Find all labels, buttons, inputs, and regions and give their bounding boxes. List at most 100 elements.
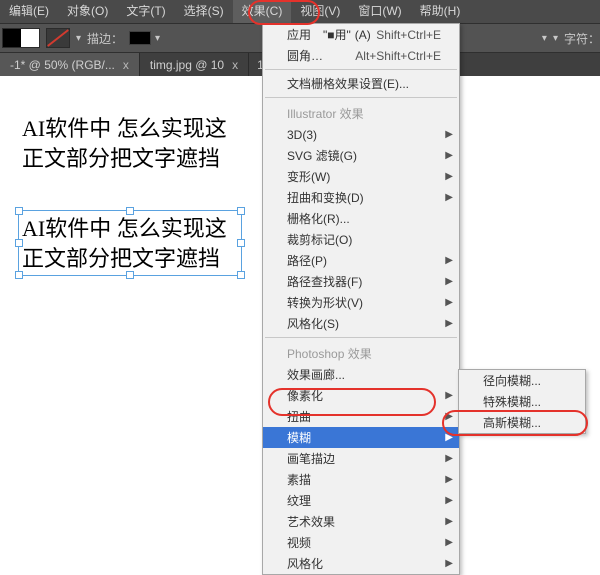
menu-3d-label: 3D(3): [287, 128, 317, 142]
menu-convertshape-label: 转换为形状(V): [287, 294, 363, 311]
character-label: 字符：: [564, 30, 600, 47]
menu-apply-label: 应用 "■用": [287, 26, 351, 43]
menu-pixelate[interactable]: 像素化 ▶: [263, 385, 459, 406]
stroke-weight-dropdown[interactable]: ▾: [129, 31, 160, 45]
menu-video[interactable]: 视频 ▶: [263, 532, 459, 553]
menu-svg-label: SVG 滤镜(G): [287, 147, 357, 164]
menu-3d[interactable]: 3D(3) ▶: [263, 124, 459, 145]
menu-path[interactable]: 路径(P) ▶: [263, 250, 459, 271]
menu-convertshape[interactable]: 转换为形状(V) ▶: [263, 292, 459, 313]
chevron-right-icon: ▶: [445, 453, 453, 464]
chevron-right-icon: ▶: [445, 495, 453, 506]
menu-artistic-label: 艺术效果: [287, 513, 335, 530]
stroke-dropdown[interactable]: ▾: [76, 33, 81, 44]
menu-video-label: 视频: [287, 534, 311, 551]
doc-text-line-3: AI软件中 怎么实现这: [22, 214, 227, 244]
menu-separator: [265, 97, 457, 98]
menu-bar: 编辑(E) 对象(O) 文字(T) 选择(S) 效果(C) 视图(V) 窗口(W…: [0, 0, 600, 24]
menu-text[interactable]: 文字(T): [117, 0, 174, 23]
doc-text-line-1: AI软件中 怎么实现这: [22, 114, 227, 144]
toolbar-dd-2[interactable]: ▾: [553, 33, 558, 44]
menu-stylize-ai[interactable]: 风格化(S) ▶: [263, 313, 459, 334]
menu-cropmarks-label: 裁剪标记(O): [287, 231, 352, 248]
menu-stylize-ai-label: 风格化(S): [287, 315, 339, 332]
doc-tab-2[interactable]: timg.jpg @ 10 x: [140, 53, 249, 77]
chevron-right-icon: ▶: [445, 516, 453, 527]
menu-texture[interactable]: 纹理 ▶: [263, 490, 459, 511]
menu-artistic[interactable]: 艺术效果 ▶: [263, 511, 459, 532]
menu-pathfinder-label: 路径查找器(F): [287, 273, 362, 290]
menu-blur[interactable]: 模糊 ▶: [263, 427, 459, 448]
submenu-gaussian-blur[interactable]: 高斯模糊...: [459, 412, 585, 433]
menu-texture-label: 纹理: [287, 492, 311, 509]
menu-apply-key: (A): [355, 28, 371, 42]
chevron-right-icon: ▶: [445, 411, 453, 422]
menu-pixelate-label: 像素化: [287, 387, 323, 404]
menu-sketch[interactable]: 素描▶: [263, 469, 459, 490]
menu-header-illustrator: Illustrator 效果: [263, 101, 459, 124]
doc-tab-1[interactable]: -1* @ 50% (RGB/... x: [0, 53, 140, 77]
menu-distort-label: 扭曲和变换(D): [287, 189, 364, 206]
menu-cropmarks[interactable]: 裁剪标记(O): [263, 229, 459, 250]
effect-dropdown-menu: 应用 "■用" (A) Shift+Ctrl+E 圆角… Alt+Shift+C…: [262, 23, 460, 575]
close-icon[interactable]: x: [232, 58, 238, 72]
menu-effect-gallery-label: 效果画廊...: [287, 366, 345, 383]
doc-tab-2-label: timg.jpg @ 10: [150, 58, 224, 72]
menu-rasterize[interactable]: 栅格化(R)...: [263, 208, 459, 229]
doc-text-line-4: 正文部分把文字遮挡: [22, 244, 220, 274]
menu-help[interactable]: 帮助(H): [411, 0, 470, 23]
chevron-right-icon: ▶: [445, 129, 453, 140]
menu-effect[interactable]: 效果(C): [233, 0, 292, 23]
menu-object[interactable]: 对象(O): [58, 0, 117, 23]
close-icon[interactable]: x: [123, 58, 129, 72]
submenu-smart-blur[interactable]: 特殊模糊...: [459, 391, 585, 412]
chevron-right-icon: ▶: [445, 276, 453, 287]
menu-window[interactable]: 窗口(W): [349, 0, 410, 23]
menu-header-photoshop: Photoshop 效果: [263, 341, 459, 364]
menu-blur-label: 模糊: [287, 429, 311, 446]
chevron-right-icon: ▶: [445, 318, 453, 329]
menu-distort-ps[interactable]: 扭曲 ▶: [263, 406, 459, 427]
doc-text-line-2: 正文部分把文字遮挡: [22, 144, 220, 174]
menu-warp-label: 变形(W): [287, 168, 330, 185]
menu-select[interactable]: 选择(S): [175, 0, 233, 23]
chevron-right-icon: ▶: [445, 171, 453, 182]
stroke-label: 描边：: [87, 30, 123, 47]
menu-stylize-ps[interactable]: 风格化 ▶: [263, 553, 459, 574]
chevron-right-icon: ▶: [445, 150, 453, 161]
blur-submenu: 径向模糊... 特殊模糊... 高斯模糊...: [458, 369, 586, 434]
menu-corner[interactable]: 圆角… Alt+Shift+Ctrl+E: [263, 45, 459, 66]
submenu-radial-blur[interactable]: 径向模糊...: [459, 370, 585, 391]
menu-edit[interactable]: 编辑(E): [0, 0, 58, 23]
menu-view[interactable]: 视图(V): [291, 0, 349, 23]
menu-rasterize-label: 栅格化(R)...: [287, 210, 350, 227]
menu-brushstrokes[interactable]: 画笔描边▶: [263, 448, 459, 469]
fill-stroke-swatch[interactable]: [2, 28, 40, 48]
doc-tab-1-label: -1* @ 50% (RGB/...: [10, 58, 115, 72]
chevron-right-icon: ▶: [445, 390, 453, 401]
chevron-right-icon: ▶: [445, 474, 453, 485]
chevron-right-icon: ▶: [445, 297, 453, 308]
chevron-right-icon: ▶: [445, 537, 453, 548]
menu-separator: [265, 337, 457, 338]
menu-stylize-ps-label: 风格化: [287, 555, 323, 572]
chevron-right-icon: ▶: [445, 558, 453, 569]
menu-distort[interactable]: 扭曲和变换(D) ▶: [263, 187, 459, 208]
menu-corner-shortcut: Alt+Shift+Ctrl+E: [355, 49, 441, 63]
chevron-right-icon: ▶: [445, 255, 453, 266]
menu-apply-shortcut: Shift+Ctrl+E: [376, 28, 441, 42]
menu-pathfinder[interactable]: 路径查找器(F) ▶: [263, 271, 459, 292]
menu-apply-last[interactable]: 应用 "■用" (A) Shift+Ctrl+E: [263, 24, 459, 45]
menu-path-label: 路径(P): [287, 252, 327, 269]
menu-svg-filter[interactable]: SVG 滤镜(G) ▶: [263, 145, 459, 166]
no-fill-icon[interactable]: [46, 28, 70, 48]
menu-warp[interactable]: 变形(W) ▶: [263, 166, 459, 187]
menu-doc-raster[interactable]: 文档栅格效果设置(E)...: [263, 73, 459, 94]
menu-corner-label: 圆角…: [287, 47, 323, 64]
menu-distort-ps-label: 扭曲: [287, 408, 311, 425]
menu-separator: [265, 69, 457, 70]
chevron-right-icon: ▶: [445, 432, 453, 443]
menu-effect-gallery[interactable]: 效果画廊...: [263, 364, 459, 385]
toolbar-dd-1[interactable]: ▾: [542, 33, 547, 44]
chevron-right-icon: ▶: [445, 192, 453, 203]
